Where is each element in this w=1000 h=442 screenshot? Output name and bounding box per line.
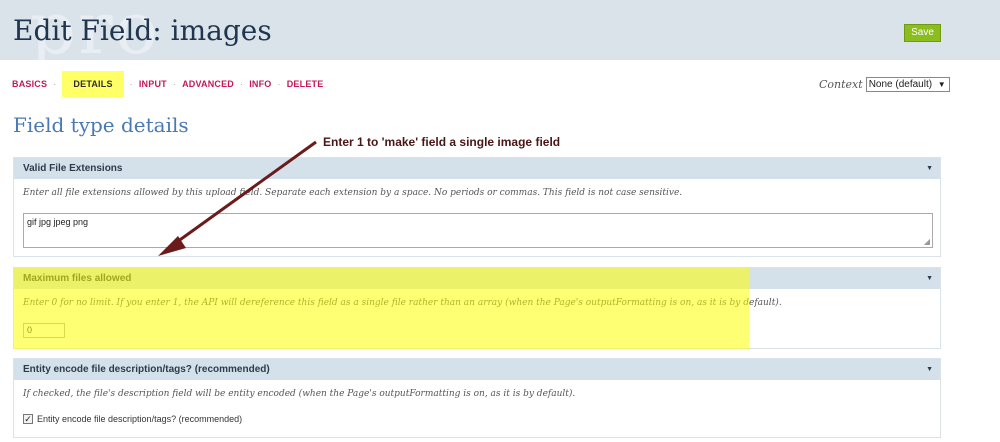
page-title: Edit Field: images: [13, 14, 272, 47]
panel-description: If checked, the file's description field…: [23, 389, 576, 399]
tab-separator: ·: [172, 79, 177, 89]
tab-separator: ·: [277, 79, 281, 89]
panel-header-entity-encode[interactable]: Entity encode file description/tags? (re…: [14, 359, 940, 380]
panel-maximum-files-allowed: Maximum files allowed ▼ Enter 0 for no l…: [13, 267, 941, 349]
panel-header-maximum-files-allowed[interactable]: Maximum files allowed ▼: [14, 268, 940, 289]
tab-separator: ·: [129, 79, 133, 89]
panel-valid-file-extensions: Valid File Extensions ▼ Enter all file e…: [13, 157, 941, 257]
panel-entity-encode: Entity encode file description/tags? (re…: [13, 358, 941, 438]
context-control: Context None (default) ▼: [819, 77, 950, 92]
masthead: pro Edit Field: images Save: [0, 0, 1000, 60]
annotation-text: Enter 1 to 'make' field a single image f…: [323, 135, 561, 149]
tab-details[interactable]: DETAILS: [62, 71, 124, 97]
section-title: Field type details: [13, 113, 189, 137]
save-button[interactable]: Save: [904, 24, 941, 42]
tab-input[interactable]: INPUT: [139, 79, 167, 89]
max-files-input[interactable]: 0: [23, 323, 65, 338]
tab-info[interactable]: INFO: [249, 79, 271, 89]
tab-separator: ·: [240, 79, 244, 89]
resize-grip-icon[interactable]: ◢: [924, 237, 930, 246]
tab-delete[interactable]: DELETE: [287, 79, 324, 89]
entity-encode-option[interactable]: ✓ Entity encode file description/tags? (…: [23, 414, 242, 424]
chevron-down-icon: ▼: [937, 80, 946, 89]
entity-encode-label: Entity encode file description/tags? (re…: [37, 414, 243, 424]
panel-header-valid-file-extensions[interactable]: Valid File Extensions ▼: [14, 158, 940, 179]
entity-encode-checkbox[interactable]: ✓: [23, 414, 33, 424]
collapse-toggle-icon[interactable]: ▼: [926, 158, 933, 179]
context-label: Context: [819, 78, 863, 91]
collapse-toggle-icon[interactable]: ▼: [926, 359, 933, 380]
tab-basics[interactable]: BASICS: [12, 79, 47, 89]
panel-description: Enter all file extensions allowed by thi…: [23, 188, 683, 198]
context-selected-value: None (default): [868, 79, 933, 90]
tab-advanced[interactable]: ADVANCED: [182, 79, 234, 89]
panel-title: Valid File Extensions: [23, 163, 123, 174]
collapse-toggle-icon[interactable]: ▼: [926, 268, 933, 289]
panel-title: Entity encode file description/tags? (re…: [23, 364, 270, 375]
context-select[interactable]: None (default) ▼: [865, 77, 950, 92]
extensions-value: gif jpg jpeg png: [27, 217, 89, 227]
max-files-value: 0: [27, 325, 33, 335]
panel-description: Enter 0 for no limit. If you enter 1, th…: [23, 298, 782, 308]
tab-separator: ·: [53, 79, 57, 89]
field-tabs: BASICS · DETAILS · INPUT · ADVANCED · IN…: [12, 70, 323, 98]
extensions-textarea[interactable]: gif jpg jpeg png ◢: [23, 213, 933, 248]
panel-title: Maximum files allowed: [23, 273, 132, 284]
